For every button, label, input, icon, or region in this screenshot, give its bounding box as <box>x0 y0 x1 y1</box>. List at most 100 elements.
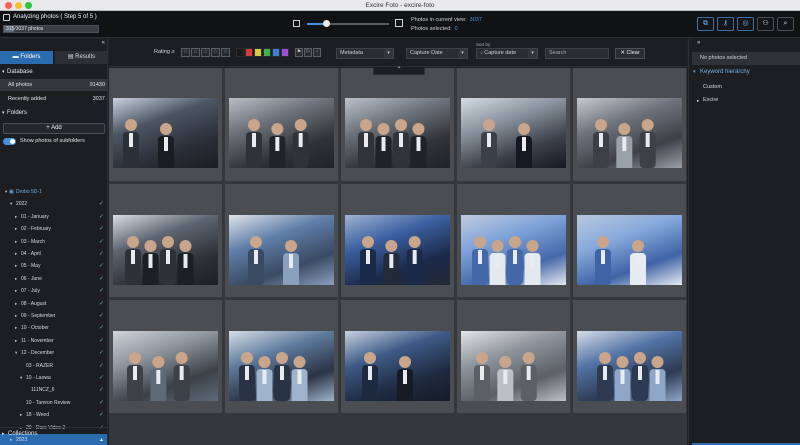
add-folder-button[interactable]: + Add <box>3 123 105 134</box>
large-thumbnail-icon[interactable] <box>395 19 403 27</box>
photo-cell[interactable] <box>225 300 338 413</box>
star-icon[interactable]: ☆ <box>191 48 200 57</box>
folder-item[interactable]: ▸ 02 - February ✓ <box>0 223 107 235</box>
expanded-icon[interactable]: ▾ <box>15 347 17 359</box>
collapsed-icon[interactable]: ▸ <box>15 260 17 272</box>
collapse-right-icon[interactable]: » <box>697 40 700 46</box>
copy-icon[interactable]: ⧉ <box>697 17 714 31</box>
photo-thumbnail[interactable] <box>113 331 218 401</box>
flag-icon[interactable]: ⚑ <box>295 48 303 57</box>
star-icon[interactable]: ☆ <box>221 48 230 57</box>
search-icon[interactable]: ⌕ <box>777 17 794 31</box>
collapsed-icon[interactable]: ▸ <box>15 248 17 260</box>
collapsed-icon[interactable]: ▸ <box>15 285 17 297</box>
photo-thumbnail[interactable] <box>229 331 334 401</box>
collapsed-icon[interactable]: ▸ <box>15 298 17 310</box>
star-icon[interactable]: ☆ <box>201 48 210 57</box>
photo-cell[interactable] <box>225 184 338 297</box>
target-icon[interactable]: ◎ <box>737 17 754 31</box>
recently-added-row[interactable]: Recently added 3037 <box>0 93 108 105</box>
folder-item[interactable]: ▸ 01 - January ✓ <box>0 211 107 223</box>
collections-header[interactable]: ▸ Collections <box>0 427 108 439</box>
photo-thumbnail[interactable] <box>345 331 450 401</box>
photo-thumbnail[interactable] <box>577 331 682 401</box>
photo-cell[interactable] <box>109 184 222 297</box>
folder-item[interactable]: ▾ 10 - Laowa ✓ <box>0 372 107 384</box>
database-header[interactable]: ▾ Database <box>0 68 108 77</box>
color-swatch[interactable] <box>281 48 289 57</box>
photo-cell[interactable] <box>109 300 222 413</box>
color-swatch[interactable] <box>272 48 280 57</box>
photo-cell[interactable] <box>457 184 570 297</box>
photo-cell[interactable] <box>457 68 570 181</box>
search-input[interactable]: Search <box>545 48 609 59</box>
folder-item[interactable]: ▸ 08 - August ✓ <box>0 298 107 310</box>
keyword-custom[interactable]: Custom <box>689 81 800 94</box>
folder-item[interactable]: 10 - Tamron Review ✓ <box>0 397 107 409</box>
photo-thumbnail[interactable] <box>345 215 450 285</box>
collapsed-icon[interactable]: ▸ <box>15 211 17 223</box>
keyword-excire[interactable]: ▸ Excire <box>689 94 800 107</box>
metadata-dropdown[interactable]: Metadata ▾ <box>336 48 394 59</box>
folder-item[interactable]: ▸ 03 - March ✓ <box>0 236 107 248</box>
photo-thumbnail[interactable] <box>461 331 566 401</box>
photo-cell[interactable] <box>341 68 454 181</box>
collapsed-icon[interactable]: ▸ <box>15 236 17 248</box>
capture-date-dropdown[interactable]: Capture Date ▾ <box>406 48 468 59</box>
collapsed-icon[interactable]: ▸ <box>15 223 17 235</box>
expanded-icon[interactable]: ▾ <box>10 198 12 210</box>
folder-item[interactable]: 111NCZ_6 ✓ <box>0 384 107 396</box>
keyword-hierarchy-header[interactable]: ▾ Keyword hierarchy <box>689 68 800 77</box>
folder-item[interactable]: ▸ 11 - November ✓ <box>0 335 107 347</box>
tab-folders[interactable]: ▬ Folders <box>0 51 53 64</box>
folder-item[interactable]: ▸ 09 - September ✓ <box>0 310 107 322</box>
expanded-icon[interactable]: ▾ <box>5 186 7 198</box>
photo-cell[interactable] <box>573 184 686 297</box>
photo-cell[interactable] <box>341 300 454 413</box>
collapsed-icon[interactable]: ▸ <box>15 322 17 334</box>
star-icon[interactable]: ☆ <box>181 48 190 57</box>
sort-dropdown[interactable]: ↓ Capture date ▾ <box>476 48 538 59</box>
clear-button[interactable]: ✕ Clear <box>615 48 645 59</box>
folder-item[interactable]: ▸ 04 - April ✓ <box>0 248 107 260</box>
show-subfolders-toggle[interactable] <box>3 138 16 145</box>
people-icon[interactable]: ⚇ <box>757 17 774 31</box>
photo-thumbnail[interactable] <box>577 215 682 285</box>
folders-header[interactable]: ▾ Folders <box>0 109 108 118</box>
slider-track[interactable] <box>307 20 389 27</box>
photo-thumbnail[interactable] <box>577 98 682 168</box>
photo-thumbnail[interactable] <box>113 98 218 168</box>
photo-cell[interactable] <box>573 300 686 413</box>
show-subfolders-row[interactable]: Show photos of subfolders <box>3 137 107 146</box>
collapse-toolbar-icon[interactable]: ⌃ <box>373 67 425 75</box>
collapse-left-icon[interactable]: « <box>102 40 105 46</box>
reject-flag-icon[interactable]: ⚐ <box>304 48 312 57</box>
photo-cell[interactable] <box>457 300 570 413</box>
tab-results[interactable]: ▤ Results <box>55 51 108 64</box>
folder-item[interactable]: ▸ 05 - May ✓ <box>0 260 107 272</box>
folder-item[interactable]: ▾ 2022 ✓ <box>0 198 107 210</box>
star-icon[interactable]: ☆ <box>211 48 220 57</box>
color-swatch[interactable] <box>254 48 262 57</box>
folder-item[interactable]: ▸ 18 - Weed ✓ <box>0 409 107 421</box>
thumbnail-size-slider[interactable] <box>293 19 403 29</box>
folder-item[interactable]: ▸ 06 - June ✓ <box>0 273 107 285</box>
photo-thumbnail[interactable] <box>229 215 334 285</box>
all-photos-row[interactable]: All photos 91430 <box>0 79 108 91</box>
collapsed-icon[interactable]: ▸ <box>15 335 17 347</box>
photo-cell[interactable] <box>225 68 338 181</box>
color-swatch[interactable] <box>236 48 244 57</box>
keyword-icon[interactable]: ⚷ <box>717 17 734 31</box>
collapsed-icon[interactable]: ▸ <box>15 273 17 285</box>
photo-thumbnail[interactable] <box>113 215 218 285</box>
photo-cell[interactable] <box>341 184 454 297</box>
color-swatch[interactable] <box>263 48 271 57</box>
collapsed-icon[interactable]: ▸ <box>20 409 22 421</box>
photo-thumbnail[interactable] <box>461 215 566 285</box>
slider-knob[interactable] <box>322 20 330 27</box>
small-thumbnail-icon[interactable] <box>293 20 300 27</box>
photo-cell[interactable] <box>109 68 222 181</box>
expanded-icon[interactable]: ▾ <box>20 372 22 384</box>
photo-thumbnail[interactable] <box>461 98 566 168</box>
folder-item[interactable]: ▾ ▣ Drobo 5D-1 <box>0 186 107 198</box>
